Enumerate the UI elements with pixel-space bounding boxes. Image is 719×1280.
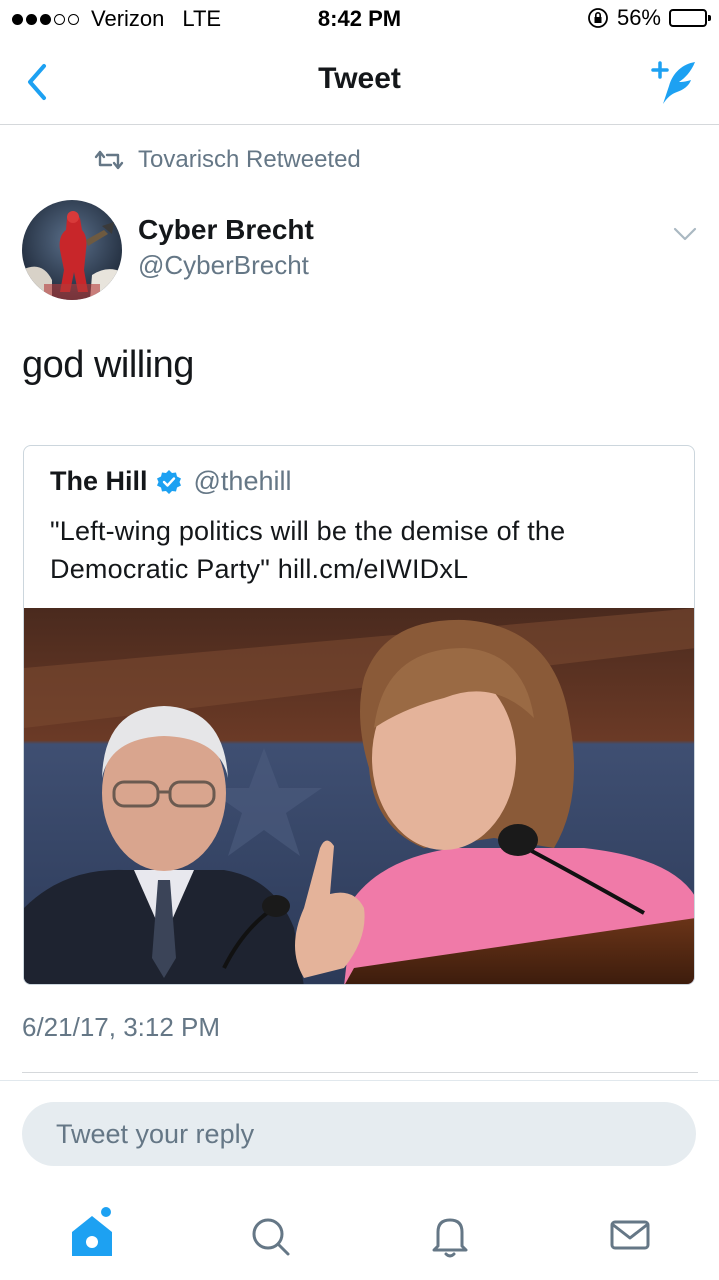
- divider: [0, 1080, 719, 1081]
- messages-icon: [610, 1220, 650, 1250]
- compose-tweet-button[interactable]: [645, 56, 701, 108]
- quoted-tweet-card[interactable]: The Hill @thehill "Left-wing politics wi…: [23, 445, 695, 985]
- search-icon: [252, 1218, 290, 1256]
- retweet-icon: [94, 150, 124, 170]
- tab-messages[interactable]: [600, 1204, 660, 1264]
- author-handle[interactable]: @CyberBrecht: [138, 250, 309, 281]
- page-title: Tweet: [318, 62, 401, 95]
- verified-badge-icon: [156, 469, 181, 494]
- tweet-text: god willing: [22, 344, 194, 386]
- reply-input[interactable]: Tweet your reply: [22, 1102, 696, 1166]
- compose-tweet-icon: [651, 61, 695, 104]
- chevron-down-icon: [673, 227, 697, 241]
- battery-info: 56%: [587, 5, 711, 31]
- retweet-context-label: Tovarisch Retweeted: [138, 146, 361, 173]
- quoted-tweet-text: "Left-wing politics will be the demise o…: [50, 516, 566, 584]
- battery-percent: 56%: [616, 5, 661, 30]
- tab-search[interactable]: [240, 1204, 300, 1264]
- press-conference-photo: [24, 608, 694, 984]
- quoted-author-handle: @thehill: [193, 466, 292, 496]
- quoted-tweet-photo[interactable]: [24, 608, 694, 984]
- avatar[interactable]: [22, 200, 122, 300]
- tab-home[interactable]: [62, 1204, 122, 1264]
- tab-bar: [0, 1190, 719, 1280]
- reply-placeholder: Tweet your reply: [56, 1118, 255, 1149]
- status-bar: Verizon LTE 8:42 PM 56%: [0, 0, 719, 40]
- author-name[interactable]: Cyber Brecht: [138, 214, 314, 246]
- divider: [22, 1072, 698, 1073]
- avatar-image: [22, 200, 122, 300]
- tweet-options-button[interactable]: [671, 220, 699, 248]
- home-icon: [72, 1207, 112, 1256]
- quoted-tweet-header: The Hill @thehill: [50, 466, 291, 497]
- notifications-icon: [432, 1218, 468, 1258]
- quoted-author-name: The Hill: [50, 466, 148, 496]
- tab-notifications[interactable]: [420, 1204, 480, 1264]
- battery-icon: [669, 9, 711, 27]
- navigation-bar: Tweet: [0, 40, 719, 125]
- orientation-lock-icon: [588, 8, 608, 28]
- retweet-context[interactable]: Tovarisch Retweeted: [92, 146, 361, 174]
- tweet-timestamp: 6/21/17, 3:12 PM: [22, 1012, 221, 1042]
